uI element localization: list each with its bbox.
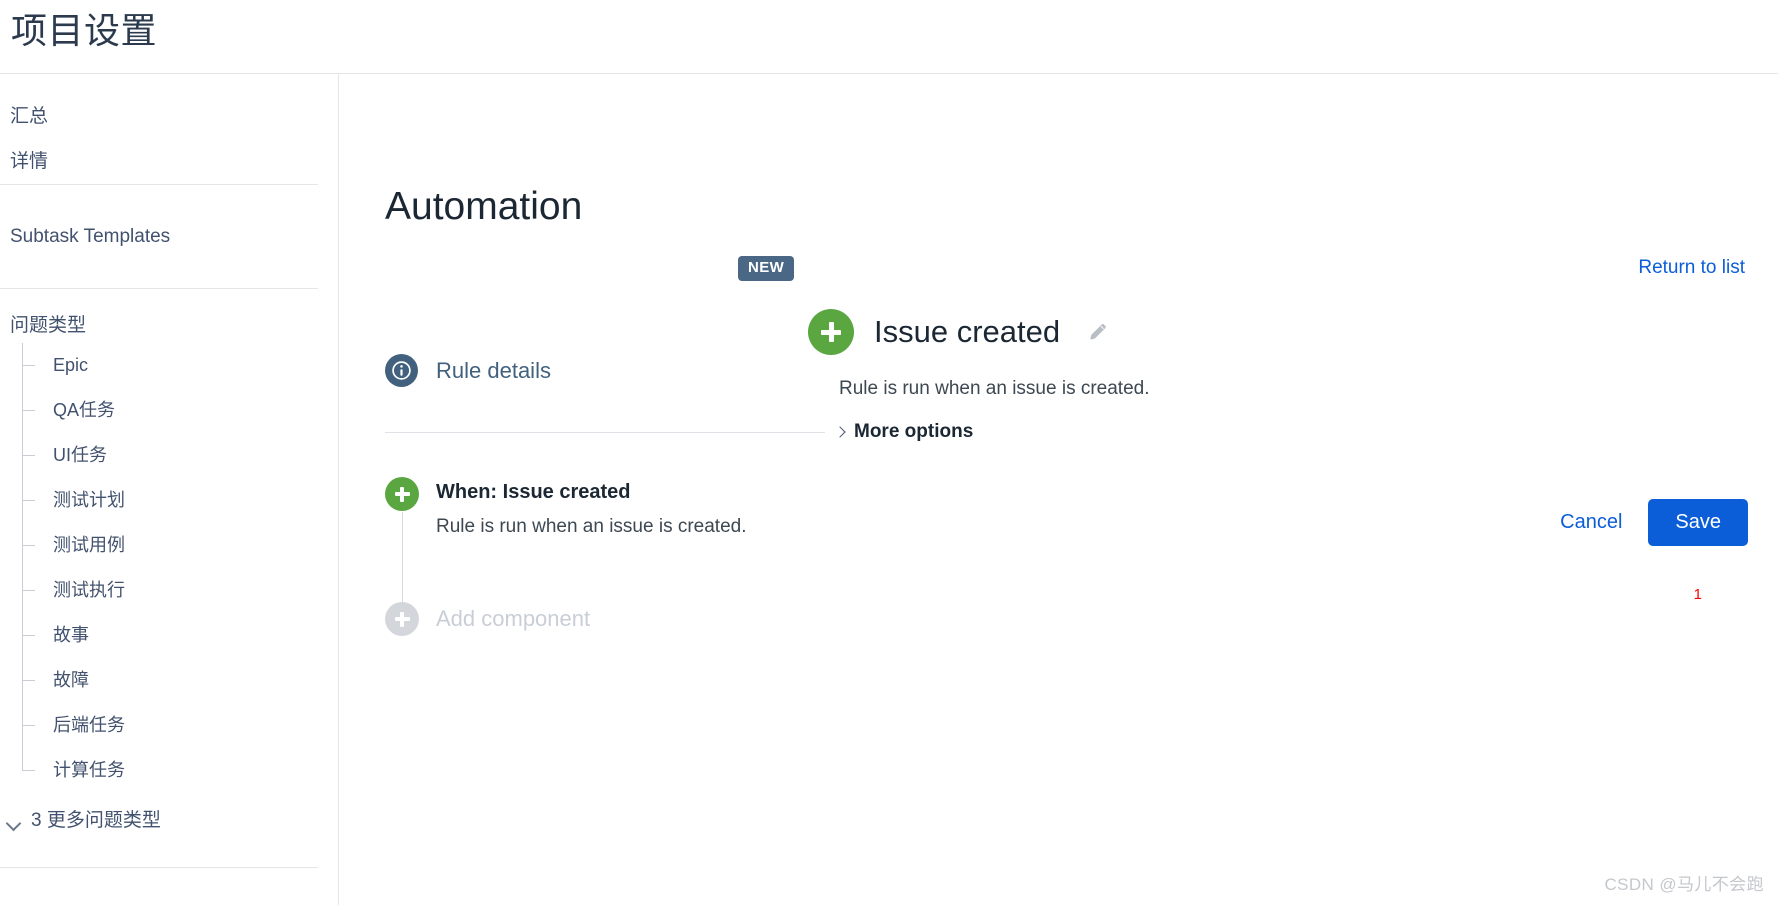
issue-type-compute-task[interactable]: 计算任务	[18, 748, 338, 793]
new-badge: NEW	[738, 256, 795, 281]
rule-step-title: When: Issue created	[436, 481, 631, 503]
more-issue-types-toggle[interactable]: 3 更多问题类型	[0, 801, 338, 841]
sidebar-item-subtask-templates[interactable]: Subtask Templates	[0, 214, 338, 259]
rule-builder-column: Rule details When: Issue created Rule is…	[340, 354, 840, 636]
rule-step-description: Rule is run when an issue is created.	[436, 516, 747, 537]
automation-heading: Automation	[385, 185, 583, 228]
trigger-detail-plus-icon	[808, 309, 854, 355]
issue-type-bug[interactable]: 故障	[18, 658, 338, 703]
page-title: 项目设置	[11, 10, 158, 51]
save-button[interactable]: Save	[1648, 499, 1748, 546]
sidebar-group-issue-types: 问题类型	[10, 315, 87, 336]
main-content: Automation NEW Return to list Rule detai…	[340, 74, 1778, 905]
sidebar-primary-group: 汇总 详情	[0, 74, 338, 184]
issue-type-test-plan[interactable]: 测试计划	[18, 478, 338, 523]
issue-type-ui-task[interactable]: UI任务	[18, 433, 338, 478]
info-icon	[385, 354, 418, 387]
sidebar-workflow-section: 工作流	[0, 867, 338, 905]
more-options-label: More options	[854, 421, 974, 442]
issue-type-qa-task[interactable]: QA任务	[18, 388, 338, 433]
rule-section-divider	[385, 432, 825, 433]
trigger-detail-panel: Issue created Rule is run when an issue …	[808, 309, 1748, 444]
app-root: 项目设置 汇总 详情 Subtask Templates 问题类型 Epic Q…	[0, 0, 1778, 905]
issue-type-backend-task[interactable]: 后端任务	[18, 703, 338, 748]
sidebar-item-details[interactable]: 详情	[0, 139, 338, 184]
trigger-plus-icon	[385, 477, 419, 511]
csdn-watermark: CSDN @马儿不会跑	[1604, 875, 1764, 894]
form-actions: Cancel Save	[1556, 499, 1748, 546]
edit-pencil-icon[interactable]	[1086, 320, 1110, 344]
trigger-detail-description: Rule is run when an issue is created.	[839, 378, 1150, 399]
rule-step-text: When: Issue created Rule is run when an …	[436, 477, 747, 542]
add-component-label: Add component	[436, 606, 591, 631]
rule-step-header: When: Issue created Rule is run when an …	[385, 477, 840, 542]
issue-type-epic[interactable]: Epic	[18, 343, 338, 388]
add-component-plus-icon	[385, 602, 419, 636]
trigger-detail-title: Issue created	[874, 314, 1061, 349]
step-connector-line	[402, 512, 403, 608]
sidebar-item-summary[interactable]: 汇总	[0, 94, 338, 139]
issue-type-tree: Epic QA任务 UI任务 测试计划 测试用例 测试执行 故事 故障 后端任务…	[18, 343, 338, 793]
settings-sidebar: 汇总 详情 Subtask Templates 问题类型 Epic QA任务 U…	[0, 74, 339, 905]
rule-details-row[interactable]: Rule details	[340, 354, 840, 387]
issue-type-story[interactable]: 故事	[18, 613, 338, 658]
trigger-detail-header: Issue created	[808, 309, 1748, 355]
more-issue-types-label: 3 更多问题类型	[31, 810, 161, 831]
rule-details-label: Rule details	[436, 357, 551, 383]
sidebar-item-workflow[interactable]: 工作流	[0, 897, 338, 905]
chevron-down-icon	[6, 814, 22, 830]
annotation-marker-1: 1	[1693, 586, 1702, 603]
return-to-list-link[interactable]: Return to list	[1638, 256, 1745, 280]
more-options-toggle[interactable]: More options	[835, 420, 1748, 444]
issue-type-test-exec[interactable]: 测试执行	[18, 568, 338, 613]
rule-step-trigger[interactable]: When: Issue created Rule is run when an …	[340, 477, 840, 608]
add-component-button[interactable]: Add component	[340, 602, 840, 636]
page-header: 项目设置	[0, 0, 1778, 74]
cancel-button[interactable]: Cancel	[1556, 505, 1626, 540]
chevron-right-icon	[835, 424, 845, 440]
sidebar-divider-2	[0, 288, 318, 289]
issue-type-test-case[interactable]: 测试用例	[18, 523, 338, 568]
